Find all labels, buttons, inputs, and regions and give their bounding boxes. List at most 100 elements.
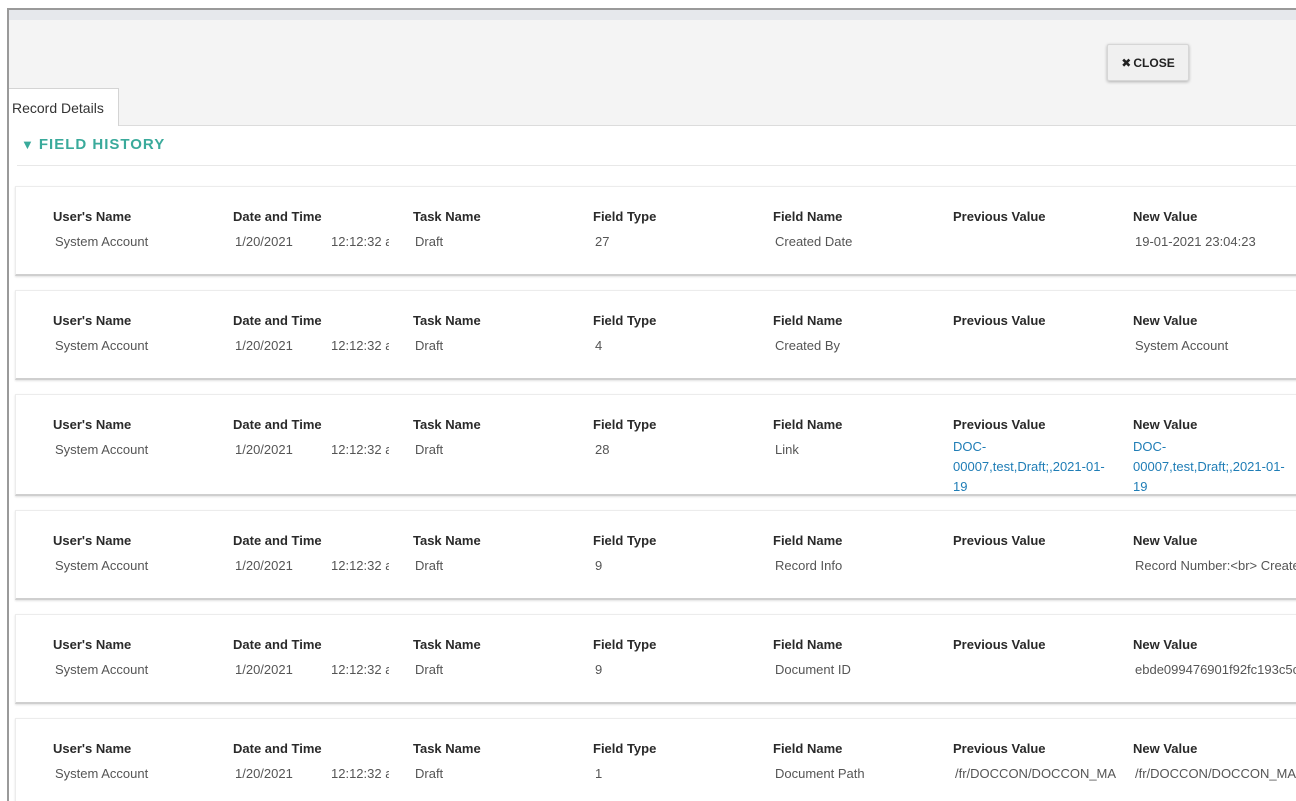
cell-value: 27 [595, 234, 610, 249]
column-header: Field Name [773, 313, 843, 328]
column-header: New Value [1133, 313, 1198, 328]
column-header: Field Type [593, 637, 657, 652]
cell-value: Document Path [775, 766, 865, 781]
cell-value: System Account [1135, 338, 1229, 353]
column-header: Task Name [413, 209, 481, 224]
cell-value: Draft [415, 338, 444, 353]
column-header: Field Type [593, 417, 657, 432]
cell-value: Record Number:<br> Create [1135, 558, 1296, 573]
cell-value: 1/20/2021 [235, 234, 293, 249]
column-header: User's Name [53, 209, 132, 224]
column-header: Previous Value [953, 417, 1046, 432]
close-button[interactable]: ✖ CLOSE [1107, 44, 1189, 81]
cell-value: 4 [595, 338, 603, 353]
column-header: New Value [1133, 417, 1198, 432]
cell-value: 1 [595, 766, 603, 781]
cell-value: System Account [55, 234, 149, 249]
column-header: Task Name [413, 741, 481, 756]
cell-value: Draft [415, 558, 444, 573]
cell-value: 1/20/2021 [235, 338, 293, 353]
column-header: Previous Value [953, 313, 1046, 328]
column-header: User's Name [53, 637, 132, 652]
cell-time: 12:12:32 am [331, 338, 389, 353]
cell-value: Record Info [775, 558, 843, 573]
close-label: CLOSE [1133, 55, 1175, 70]
column-header: New Value [1133, 533, 1198, 548]
tab-record-details[interactable]: Record Details [9, 88, 119, 126]
cell-time: 12:12:32 am [331, 766, 389, 781]
dialog-header: ✖ CLOSE [9, 20, 1296, 126]
section-title-label: FIELD HISTORY [38, 136, 166, 153]
column-header: Previous Value [953, 741, 1046, 756]
cell-value: 9 [595, 662, 603, 677]
cell-value: Created Date [775, 234, 853, 249]
cell-time: 12:12:32 am [331, 558, 389, 573]
history-row: User's Name System Account Date and Time 1/… [15, 290, 1296, 380]
column-header: Date and Time [233, 637, 322, 652]
record-dialog: ✖ CLOSE Record Details ▼ FIELD HISTORY U… [7, 8, 1296, 801]
cell-value: 19-01-2021 23:04:23 [1135, 234, 1256, 249]
column-header: Task Name [413, 313, 481, 328]
cell-value: 1/20/2021 [235, 662, 293, 677]
column-header: Field Name [773, 209, 843, 224]
column-header: Task Name [413, 637, 481, 652]
cell-time: 12:12:32 am [331, 662, 389, 677]
cell-value: System Account [55, 766, 149, 781]
record-link[interactable]: DOC-00007,test,Draft;,2021-01-19 [1133, 437, 1296, 497]
column-header: New Value [1133, 637, 1198, 652]
history-row: User's Name System Account Date and Time 1/… [15, 614, 1296, 704]
column-header: Field Name [773, 417, 843, 432]
cell-value: /fr/DOCCON/DOCCON_MAIN [955, 766, 1117, 781]
cell-value: Draft [415, 766, 444, 781]
column-header: Field Name [773, 533, 843, 548]
dialog-title-band [9, 10, 1296, 20]
cell-value: ebde099476901f92fc193c5c8 [1135, 662, 1296, 677]
cell-time: 12:12:32 am [331, 442, 389, 457]
history-row: User's Name System Account Date and Time 1/… [15, 718, 1296, 801]
times-icon: ✖ [1121, 55, 1132, 70]
column-header: Field Type [593, 741, 657, 756]
cell-value: System Account [55, 662, 149, 677]
caret-down-icon: ▼ [21, 137, 34, 152]
column-header: Date and Time [233, 533, 322, 548]
column-header: Date and Time [233, 417, 322, 432]
column-header: User's Name [53, 417, 132, 432]
column-header: Previous Value [953, 533, 1046, 548]
column-header: User's Name [53, 313, 132, 328]
column-header: Field Name [773, 637, 843, 652]
cell-value: 1/20/2021 [235, 766, 293, 781]
column-header: Field Type [593, 313, 657, 328]
column-header: New Value [1133, 209, 1198, 224]
column-header: Previous Value [953, 209, 1046, 224]
cell-value: System Account [55, 442, 149, 457]
field-history-toggle[interactable]: ▼ FIELD HISTORY [21, 136, 165, 153]
cell-value: 1/20/2021 [235, 558, 293, 573]
column-header: New Value [1133, 741, 1198, 756]
column-header: Field Name [773, 741, 843, 756]
cell-value: 1/20/2021 [235, 442, 293, 457]
cell-value: Document ID [775, 662, 851, 677]
cell-time: 12:12:32 am [331, 234, 389, 249]
cell-value: Created By [775, 338, 841, 353]
history-row: User's Name System Account Date and Time 1/… [15, 186, 1296, 276]
record-link[interactable]: DOC-00007,test,Draft;,2021-01-19 [953, 437, 1118, 497]
cell-value: 9 [595, 558, 603, 573]
column-header: Field Type [593, 209, 657, 224]
history-row: User's Name System Account Date and Time 1/… [15, 510, 1296, 600]
column-header: User's Name [53, 533, 132, 548]
column-header: Date and Time [233, 209, 322, 224]
cell-value: Draft [415, 662, 444, 677]
section-divider [17, 165, 1296, 166]
cell-value: /fr/DOCCON/DOCCON_MAIN [1135, 766, 1296, 781]
column-header: Task Name [413, 533, 481, 548]
column-header: Task Name [413, 417, 481, 432]
cell-value: Draft [415, 234, 444, 249]
history-row: User's Name System Account Date and Time 1/… [15, 394, 1296, 496]
cell-value: Draft [415, 442, 444, 457]
cell-value: System Account [55, 338, 149, 353]
cell-value: Link [775, 442, 799, 457]
column-header: User's Name [53, 741, 132, 756]
cell-value: System Account [55, 558, 149, 573]
column-header: Date and Time [233, 741, 322, 756]
column-header: Field Type [593, 533, 657, 548]
